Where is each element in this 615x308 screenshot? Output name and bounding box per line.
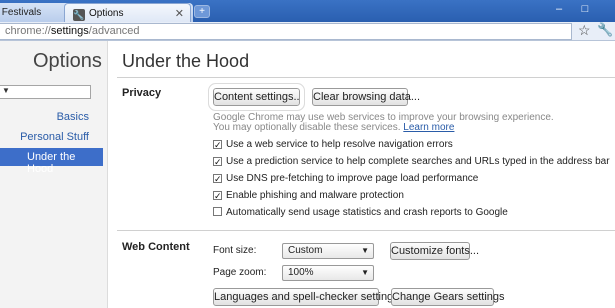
main-content: Under the Hood Privacy Content settings.… [109,41,615,308]
omnibox-path: /advanced [88,25,140,37]
languages-settings-button[interactable]: Languages and spell-checker settings... [213,288,408,306]
checkbox-checked[interactable]: ✓ [213,174,222,184]
page-zoom-select[interactable]: 100% ▼ [282,265,374,281]
page-zoom-value: 100% [288,267,314,278]
toolbar: chrome://settings/advanced ☆ 🔧 [0,22,615,41]
clear-browsing-data-button[interactable]: Clear browsing data... [312,88,420,106]
tab-strip: c Festivals ✕ 🔧 Options ✕ + – □ [0,0,615,22]
new-tab-icon[interactable]: + [194,5,210,18]
search-dropdown-icon[interactable]: ▼ [2,86,10,95]
chevron-down-icon: ▼ [361,268,369,277]
omnibox-host: settings [50,25,89,37]
option-label: Use a prediction service to help complet… [226,156,610,167]
font-size-label: Font size: [213,245,257,256]
star-icon[interactable]: ☆ [578,22,591,39]
web-content-section-label: Web Content [122,241,190,253]
minimize-icon[interactable]: – [546,0,572,18]
page-zoom-label: Page zoom: [213,267,267,278]
sidebar-item-basics[interactable]: Basics [57,111,89,123]
sidebar-item-personal-stuff[interactable]: Personal Stuff [20,131,89,143]
divider [117,77,615,78]
wrench-icon[interactable]: 🔧 [597,22,613,38]
font-size-select[interactable]: Custom ▼ [282,243,374,259]
maximize-icon[interactable]: □ [572,0,598,18]
option-dns-prefetch[interactable]: ✓ Use DNS pre-fetching to improve page lo… [213,173,478,184]
option-prediction-service[interactable]: ✓ Use a prediction service to help comple… [213,156,610,167]
close-icon[interactable]: ✕ [175,7,184,20]
learn-more-link[interactable]: Learn more [403,122,454,133]
omnibox-prefix: chrome:// [5,25,51,37]
checkbox-checked[interactable]: ✓ [213,157,222,167]
tab-label: Options [89,8,124,19]
checkbox-unchecked[interactable] [213,207,222,216]
customize-fonts-button[interactable]: Customize fonts... [390,242,479,260]
option-navigation-errors[interactable]: ✓ Use a web service to help resolve navig… [213,139,453,150]
search-input[interactable]: ▼ [0,85,91,99]
option-label: Automatically send usage statistics and … [226,207,508,218]
chevron-down-icon: ▼ [361,246,369,255]
wrench-favicon-icon: 🔧 [73,9,85,21]
option-phishing-protection[interactable]: ✓ Enable phishing and malware protection [213,190,404,201]
privacy-section-label: Privacy [122,87,162,99]
tab-label: c Festivals [0,7,42,18]
option-label: Enable phishing and malware protection [226,190,404,201]
font-size-value: Custom [288,245,323,256]
sidebar-item-under-the-hood[interactable]: Under the Hood [0,148,103,175]
divider [117,230,615,231]
address-bar[interactable]: chrome://settings/advanced [0,23,572,40]
checkbox-checked[interactable]: ✓ [213,191,222,201]
sidebar-title: Options [33,50,102,72]
page-title: Under the Hood [122,51,250,71]
option-label: Use a web service to help resolve naviga… [226,139,453,150]
change-gears-settings-button[interactable]: Change Gears settings [391,288,505,306]
privacy-info-line2: You may optionally disable these service… [213,122,401,133]
content-settings-button[interactable]: Content settings... [209,84,304,110]
option-label: Use DNS pre-fetching to improve page loa… [226,173,479,184]
tab-options[interactable]: 🔧 Options ✕ [64,3,191,22]
option-usage-statistics[interactable]: Automatically send usage statistics and … [213,207,508,218]
checkbox-checked[interactable]: ✓ [213,140,222,150]
sidebar: Options ▼ Basics Personal Stuff Under th… [0,41,108,308]
privacy-info-text-2: You may optionally disable these service… [213,122,454,133]
